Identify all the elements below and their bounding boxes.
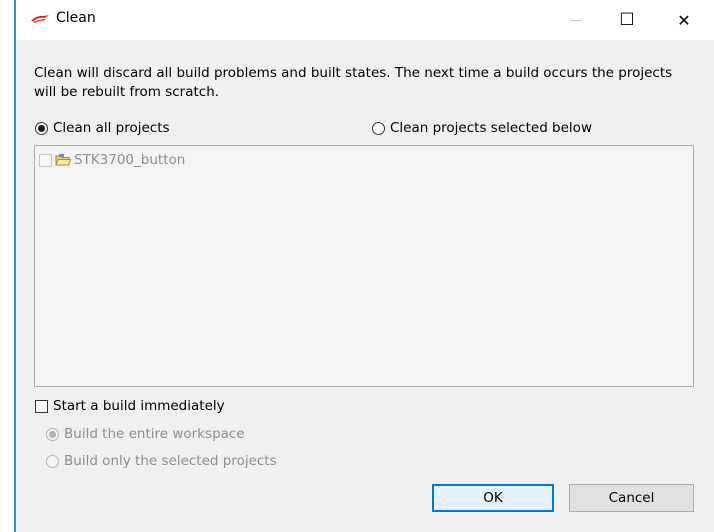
dialog-description: Clean will discard all build problems an…: [34, 65, 673, 100]
start-build-checkbox[interactable]: [35, 399, 48, 413]
start-build-option[interactable]: Start a build immediately: [35, 398, 225, 414]
minimize-icon: —: [569, 12, 583, 28]
cancel-button[interactable]: Cancel: [569, 484, 694, 512]
background-window-strip: [0, 0, 14, 532]
list-item[interactable]: STK3700_button: [39, 152, 185, 168]
clean-all-label: Clean all projects: [53, 120, 170, 136]
project-name: STK3700_button: [74, 152, 186, 168]
clean-all-option[interactable]: Clean all projects: [35, 120, 170, 136]
build-workspace-label: Build the entire workspace: [64, 426, 245, 442]
build-selected-label: Build only the selected projects: [64, 453, 277, 469]
dialog-title: Clean: [56, 10, 96, 26]
build-selected-option[interactable]: Build only the selected projects: [46, 453, 277, 469]
close-icon: ✕: [677, 10, 691, 30]
build-workspace-option[interactable]: Build the entire workspace: [46, 426, 245, 442]
minimize-button[interactable]: —: [553, 0, 599, 40]
clean-selected-label: Clean projects selected below: [390, 120, 592, 136]
clean-dialog: Clean — ☐ ✕ Clean will discard all build…: [16, 0, 714, 532]
eclipse-logo-icon: [31, 15, 49, 23]
title-bar[interactable]: Clean — ☐ ✕: [16, 0, 714, 40]
clean-selected-radio[interactable]: [372, 121, 385, 135]
clean-selected-option[interactable]: Clean projects selected below: [372, 120, 592, 136]
open-project-folder-icon: [55, 154, 71, 166]
close-button[interactable]: ✕: [661, 0, 707, 40]
maximize-button[interactable]: ☐: [604, 0, 650, 40]
clean-all-radio[interactable]: [35, 121, 48, 135]
maximize-icon: ☐: [619, 10, 635, 30]
ok-button[interactable]: OK: [432, 484, 554, 512]
project-list[interactable]: STK3700_button: [34, 145, 694, 387]
build-selected-radio[interactable]: [46, 454, 59, 468]
project-checkbox[interactable]: [39, 153, 52, 167]
build-workspace-radio[interactable]: [46, 427, 59, 441]
start-build-label: Start a build immediately: [53, 398, 225, 414]
